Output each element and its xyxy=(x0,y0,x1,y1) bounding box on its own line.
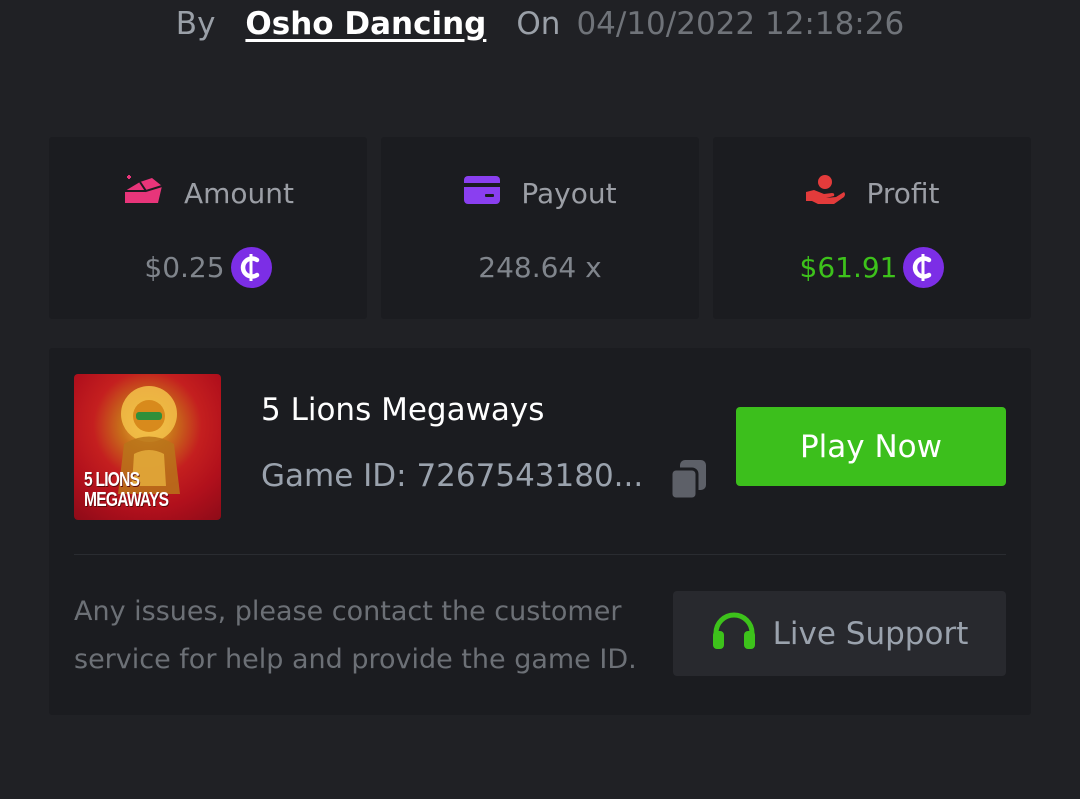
author-link[interactable]: Osho Dancing xyxy=(245,6,486,42)
profit-value-row: $61.91 xyxy=(713,245,1031,289)
game-card: 5 LIONS MEGAWAYS 5 Lions Megaways Game I… xyxy=(49,348,1031,715)
by-label: By xyxy=(175,6,216,42)
payout-value: 248.64 x xyxy=(478,250,602,284)
live-support-label: Live Support xyxy=(772,615,969,652)
coin-icon xyxy=(230,246,272,288)
game-title: 5 Lions Megaways xyxy=(261,392,545,428)
coin-icon xyxy=(903,246,945,288)
profit-label: Profit xyxy=(866,176,940,210)
payout-label: Payout xyxy=(521,176,617,210)
payout-header: Payout xyxy=(381,173,699,213)
payout-card: Payout 248.64 x xyxy=(381,137,699,319)
profit-header: Profit xyxy=(713,173,1031,213)
game-id: Game ID: 7267543180... xyxy=(261,458,644,494)
divider xyxy=(74,554,1006,555)
game-thumbnail[interactable]: 5 LIONS MEGAWAYS xyxy=(74,374,221,520)
amount-header: Amount xyxy=(49,173,367,213)
help-text: Any issues, please contact the customer … xyxy=(74,596,637,675)
live-support-button[interactable]: Live Support xyxy=(673,591,1006,676)
bet-datetime: 04/10/2022 12:18:26 xyxy=(576,6,905,42)
amount-value: $0.25 xyxy=(144,250,225,284)
amount-card: Amount $0.25 xyxy=(49,137,367,319)
gem-icon xyxy=(122,173,164,214)
credit-card-icon xyxy=(463,175,501,212)
payout-value-row: 248.64 x xyxy=(381,245,699,289)
copy-icon[interactable] xyxy=(668,458,710,502)
amount-value-row: $0.25 xyxy=(49,245,367,289)
headset-icon xyxy=(711,609,757,659)
profit-card: Profit $61.91 xyxy=(713,137,1031,319)
profit-value: $61.91 xyxy=(799,250,898,284)
hand-coin-icon xyxy=(804,174,846,213)
game-thumbnail-text: 5 LIONS MEGAWAYS xyxy=(84,469,169,511)
amount-label: Amount xyxy=(183,176,295,210)
on-label: On xyxy=(516,6,561,42)
bet-byline: By Osho Dancing On 04/10/2022 12:18:26 xyxy=(0,0,1080,48)
play-now-button[interactable]: Play Now xyxy=(736,407,1006,486)
